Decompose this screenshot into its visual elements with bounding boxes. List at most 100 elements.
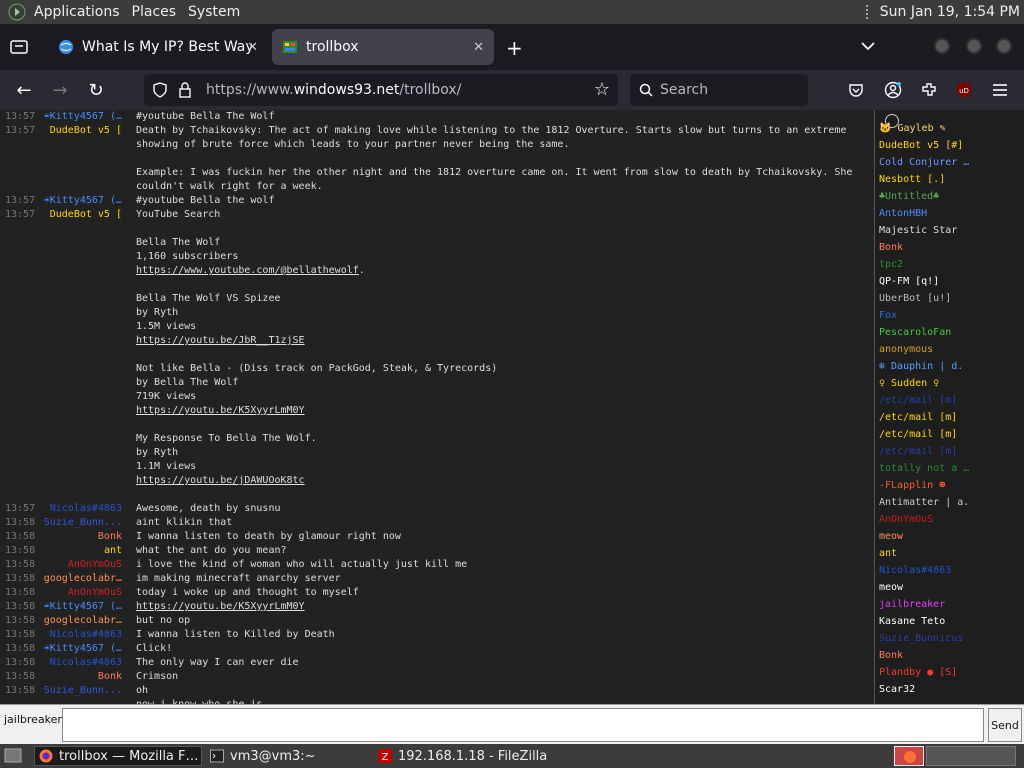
user-list-item[interactable]: Bonk	[879, 239, 1019, 256]
tab-trollbox[interactable]: trollbox ✕	[272, 29, 494, 65]
taskbar-firefox[interactable]: trollbox — Mozilla F…	[34, 746, 202, 766]
current-nick[interactable]: jailbreaker	[4, 713, 62, 726]
message-link[interactable]: https://youtu.be/K5XyyrLmM0Y	[136, 405, 305, 416]
message-link[interactable]: https://www.youtube.com/@bellathewolf	[136, 265, 359, 276]
minimize-window-button[interactable]	[934, 38, 950, 54]
message-nick[interactable]: Suzie_Bunn...	[40, 516, 126, 530]
tab-list-icon[interactable]	[10, 39, 28, 55]
ublock-icon[interactable]: uD	[955, 81, 973, 99]
close-tab-icon[interactable]: ✕	[473, 40, 484, 55]
taskbar-filezilla[interactable]: Z 192.168.1.18 - FileZilla	[374, 746, 574, 766]
user-list-item[interactable]: Suzie_Bunnicus	[879, 630, 1019, 647]
user-list-item[interactable]: /etc/mail [m]	[879, 392, 1019, 409]
user-list-item[interactable]: Kasane Teto	[879, 613, 1019, 630]
maximize-window-button[interactable]	[966, 38, 982, 54]
message-nick[interactable]: googlecolabr…	[40, 614, 126, 628]
user-list-item[interactable]: meow	[879, 579, 1019, 596]
new-tab-button[interactable]: +	[506, 36, 523, 60]
system-menu[interactable]: System	[182, 0, 246, 24]
message-nick[interactable]	[40, 362, 126, 418]
message-link[interactable]: https://youtu.be/JbR__T1zjSE	[136, 335, 305, 346]
account-icon[interactable]	[884, 81, 902, 99]
user-list-item[interactable]: meow	[879, 528, 1019, 545]
back-arrow-icon[interactable]: ←	[12, 78, 36, 102]
reload-icon[interactable]: ↻	[84, 78, 108, 102]
message-nick[interactable]: Bonk	[40, 530, 126, 544]
user-list-item[interactable]: -FLapplin ☻	[879, 477, 1019, 494]
workspace-2[interactable]	[926, 746, 1016, 766]
message-link[interactable]: https://youtu.be/K5XyyrLmM0Y	[136, 601, 305, 612]
show-desktop-icon[interactable]	[4, 748, 22, 764]
chevron-down-icon[interactable]	[860, 40, 876, 52]
message-nick[interactable]: ☔Kitty4567 (…	[40, 600, 126, 614]
send-button[interactable]: Send	[988, 708, 1022, 742]
user-list-item[interactable]: Nesbott [.]	[879, 171, 1019, 188]
user-list-item[interactable]: Majestic Star	[879, 222, 1019, 239]
message-nick[interactable]: AnOnYmOuS	[40, 586, 126, 600]
message-nick[interactable]: AnOnYmOuS	[40, 558, 126, 572]
message-nick[interactable]: ☔Kitty4567 (…	[40, 110, 126, 124]
user-list-item[interactable]: ♀ Sudden ♀	[879, 375, 1019, 392]
clock[interactable]: Sun Jan 19, 1:54 PM	[865, 0, 1020, 24]
user-list-item[interactable]: Antimatter | a.	[879, 494, 1019, 511]
user-list[interactable]: 🐱 Gayleb ✎ DudeBot v5 [#] Cold Conjurer … N…	[874, 110, 1024, 704]
lock-icon[interactable]	[178, 82, 192, 98]
message-nick[interactable]: googlecolabr…	[40, 572, 126, 586]
user-list-item[interactable]: Fox	[879, 307, 1019, 324]
shield-icon[interactable]	[152, 82, 168, 98]
user-list-item[interactable]: /etc/mail [m]	[879, 443, 1019, 460]
user-list-item[interactable]: Nicolas#4863	[879, 562, 1019, 579]
places-menu[interactable]: Places	[126, 0, 183, 24]
message-nick[interactable]: ant	[40, 544, 126, 558]
forward-arrow-icon[interactable]: →	[48, 78, 72, 102]
tab-whatismyip[interactable]: What Is My IP? Best Way To ✕	[48, 29, 268, 65]
message-nick[interactable]: Nicolas#4863	[40, 502, 126, 516]
user-list-item[interactable]: DudeBot v5 [#]	[879, 137, 1019, 154]
message-nick[interactable]: DudeBot v5 [	[40, 208, 126, 278]
user-list-item[interactable]: totally not a …	[879, 460, 1019, 477]
user-list-item[interactable]: Plandby ● [S]	[879, 664, 1019, 681]
pocket-icon[interactable]	[848, 82, 864, 98]
user-list-item[interactable]: Scar32	[879, 681, 1019, 698]
message-link[interactable]: https://youtu.be/jDAWUOoK8tc	[136, 475, 305, 486]
user-list-item[interactable]: UberBot [u!]	[879, 290, 1019, 307]
user-list-item[interactable]: PescaroloFan	[879, 324, 1019, 341]
user-list-item[interactable]: ♣Untitled♣	[879, 188, 1019, 205]
user-list-item[interactable]: Bonk	[879, 647, 1019, 664]
search-bar[interactable]: Search	[630, 74, 808, 106]
bookmark-star-icon[interactable]: ☆	[594, 79, 610, 100]
message-nick[interactable]: Nicolas#4863	[40, 656, 126, 670]
page-content: 13:57 ☔Kitty4567 (… #youtube Bella The Wol…	[0, 110, 1024, 704]
message-nick[interactable]: ☔Kitty4567 (…	[40, 194, 126, 208]
taskbar-terminal[interactable]: vm3@vm3:~	[206, 746, 366, 766]
chat-log[interactable]: 13:57 ☔Kitty4567 (… #youtube Bella The Wol…	[0, 110, 870, 704]
user-list-item[interactable]: jailbreaker	[879, 596, 1019, 613]
message-nick[interactable]	[40, 432, 126, 488]
user-list-item[interactable]: QP-FM [q!]	[879, 273, 1019, 290]
user-list-item[interactable]: AnOnYmOuS	[879, 511, 1019, 528]
panel-grip	[865, 5, 872, 19]
user-list-item[interactable]: ant	[879, 545, 1019, 562]
close-tab-icon[interactable]: ✕	[247, 40, 258, 55]
message-nick[interactable]	[40, 292, 126, 348]
user-list-item[interactable]: AntonHBH	[879, 205, 1019, 222]
menu-hamburger-icon[interactable]	[992, 83, 1008, 97]
message-nick[interactable]: ☔Kitty4567 (…	[40, 642, 126, 656]
user-list-item[interactable]: tpc2	[879, 256, 1019, 273]
user-list-item[interactable]: /etc/mail [m]	[879, 426, 1019, 443]
user-list-item[interactable]: Cold Conjurer …	[879, 154, 1019, 171]
extensions-icon[interactable]	[920, 81, 938, 99]
user-list-item[interactable]: ❄ Dauphin | d.	[879, 358, 1019, 375]
url-bar[interactable]: https://www.windows93.net/trollbox/ ☆	[144, 74, 618, 106]
applications-menu[interactable]: Applications	[28, 0, 126, 24]
close-window-button[interactable]	[996, 38, 1012, 54]
message-nick[interactable]: Suzie_Bunn...	[40, 684, 126, 698]
user-list-item[interactable]: anonymous	[879, 341, 1019, 358]
message-input[interactable]	[62, 708, 984, 742]
message-nick[interactable]: DudeBot v5 [	[40, 124, 126, 194]
user-list-item[interactable]: 🐱 Gayleb ✎	[879, 120, 1019, 137]
message-nick[interactable]: Nicolas#4863	[40, 628, 126, 642]
workspace-switcher[interactable]	[894, 746, 924, 766]
message-nick[interactable]: Bonk	[40, 670, 126, 684]
user-list-item[interactable]: /etc/mail [m]	[879, 409, 1019, 426]
